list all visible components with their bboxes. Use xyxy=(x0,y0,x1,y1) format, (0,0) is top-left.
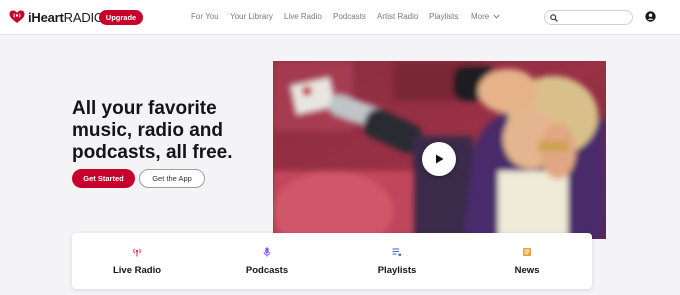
category-playlists[interactable]: Playlists xyxy=(332,233,462,289)
upgrade-button[interactable]: Upgrade xyxy=(99,10,143,25)
nav-podcasts[interactable]: Podcasts xyxy=(333,12,366,21)
nav-artist-radio[interactable]: Artist Radio xyxy=(377,12,418,21)
get-started-button[interactable]: Get Started xyxy=(72,169,135,188)
search-input[interactable] xyxy=(544,10,633,25)
search-icon xyxy=(550,14,558,22)
category-links: Live Radio Podcasts Playlists News xyxy=(72,233,592,289)
category-label: Podcasts xyxy=(245,265,289,276)
nav-live-radio[interactable]: Live Radio xyxy=(284,12,322,21)
logo-wordmark-light: RADIO xyxy=(63,9,104,25)
category-label: News xyxy=(514,265,540,276)
category-news[interactable]: News xyxy=(462,233,592,289)
nav-your-library[interactable]: Your Library xyxy=(230,12,273,21)
microphone-icon xyxy=(263,247,271,257)
newspaper-icon xyxy=(523,248,531,256)
category-label: Playlists xyxy=(377,265,417,276)
category-podcasts[interactable]: Podcasts xyxy=(202,233,332,289)
radio-tower-icon xyxy=(133,248,141,257)
hero-headline: All your favorite music, radio and podca… xyxy=(72,98,233,163)
get-the-app-button[interactable]: Get the App xyxy=(139,169,205,188)
chevron-down-icon xyxy=(493,14,501,19)
logo-wordmark-bold: iHeart xyxy=(28,9,64,25)
user-account-icon[interactable] xyxy=(645,11,656,22)
nav-more[interactable]: More xyxy=(471,12,501,21)
top-navigation-bar: iHeartRADIO Upgrade For You Your Library… xyxy=(0,0,680,35)
nav-for-you[interactable]: For You xyxy=(191,12,219,21)
category-live-radio[interactable]: Live Radio xyxy=(72,233,202,289)
logo-wordmark: iHeartRADIO xyxy=(28,10,104,25)
play-icon xyxy=(436,154,444,164)
playlist-icon xyxy=(392,248,402,257)
nav-playlists[interactable]: Playlists xyxy=(429,12,458,21)
iheartradio-logo[interactable]: iHeartRADIO xyxy=(9,9,104,25)
play-button[interactable] xyxy=(422,142,456,176)
heart-logo-icon xyxy=(9,10,25,23)
category-label: Live Radio xyxy=(112,265,162,276)
nav-more-label: More xyxy=(471,12,490,21)
